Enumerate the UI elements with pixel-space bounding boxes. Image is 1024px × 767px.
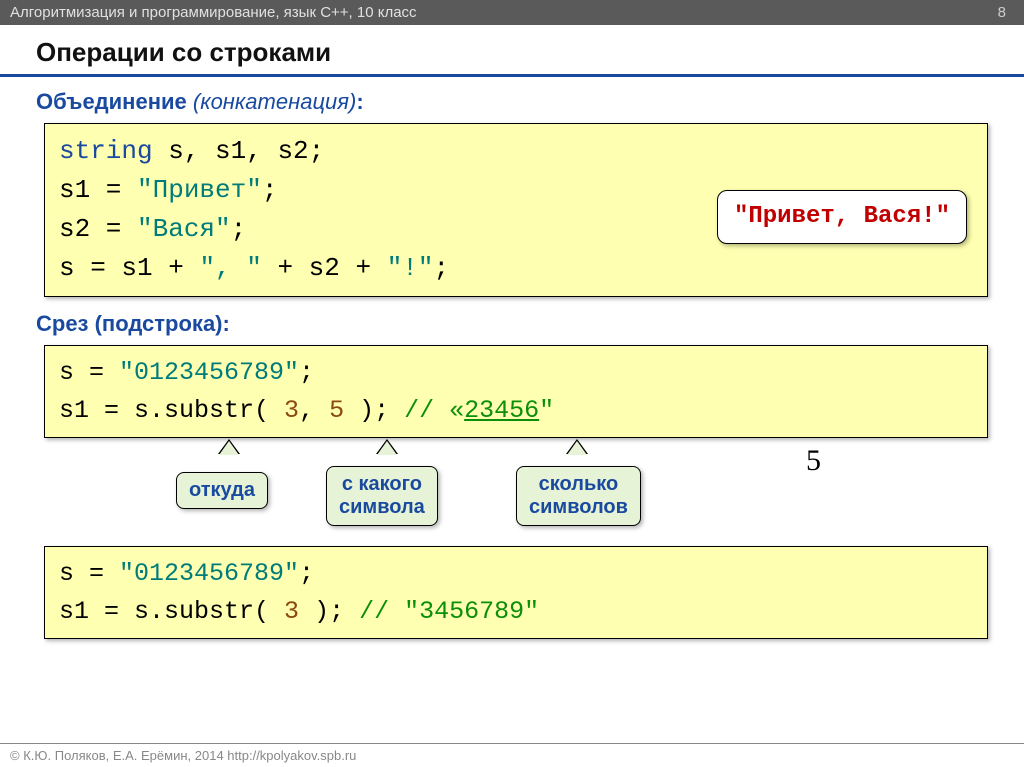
code-line: s = "0123456789"; [59, 555, 973, 593]
code-line: s = s1 + ", " + s2 + "!"; [59, 249, 973, 288]
code-line: string s, s1, s2; [59, 132, 973, 171]
code-block-concat: string s, s1, s2; s1 = "Привет"; s2 = "В… [44, 123, 988, 297]
code-block-substr2: s = "0123456789"; s1 = s.substr( 3 ); //… [44, 546, 988, 639]
code-line: s1 = s.substr( 3, 5 ); // «23456" [59, 392, 973, 430]
slide-title: Операции со строками [0, 25, 1024, 77]
code-line: s = "0123456789"; [59, 354, 973, 392]
code-line: s1 = s.substr( 3 ); // "3456789" [59, 593, 973, 631]
slide-header: Алгоритмизация и программирование, язык … [0, 0, 1024, 25]
slide-footer: © К.Ю. Поляков, Е.А. Ерёмин, 2014 http:/… [0, 743, 1024, 767]
slide-content: Объединение (конкатенация): string s, s1… [0, 89, 1024, 639]
annotation-row: откуда с какого символа сколько символов… [36, 452, 988, 538]
page-number: 8 [998, 4, 1014, 21]
arrow-icon [219, 441, 239, 455]
annotation-count-chars: сколько символов [516, 466, 641, 526]
annotation-from: откуда [176, 472, 268, 509]
header-subject: Алгоритмизация и программирование, язык … [10, 4, 417, 21]
section1-heading: Объединение (конкатенация): [36, 89, 988, 115]
arrow-icon [377, 441, 397, 455]
result-callout: "Привет, Вася!" [717, 190, 967, 244]
brace-label: 5 [806, 444, 821, 478]
code-block-substr1: s = "0123456789"; s1 = s.substr( 3, 5 );… [44, 345, 988, 438]
section2-heading: Срез (подстрока): [36, 311, 988, 337]
arrow-icon [567, 441, 587, 455]
annotation-start-char: с какого символа [326, 466, 438, 526]
